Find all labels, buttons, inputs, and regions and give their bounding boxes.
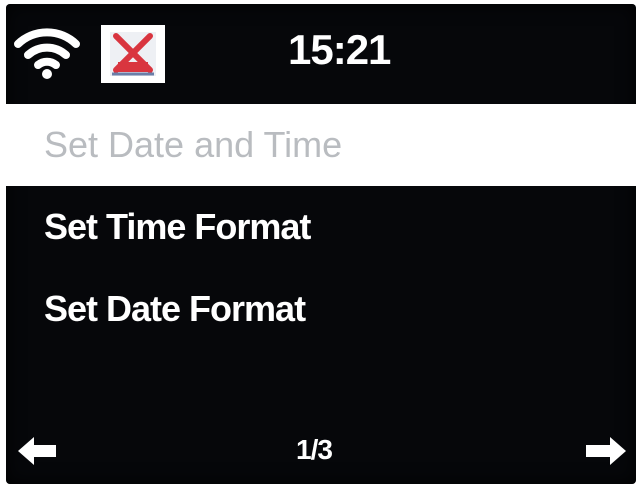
arrow-left-icon[interactable] — [18, 436, 56, 466]
wifi-icon — [14, 28, 80, 79]
menu-item-set-date-format[interactable]: Set Date Format — [6, 268, 636, 350]
device-screen: 15:21 Set Date and Time Set Time Format … — [6, 4, 636, 484]
page-indicator: 1/3 — [296, 434, 333, 465]
clock-time: 15:21 — [288, 26, 391, 73]
menu-item-set-date-and-time[interactable]: Set Date and Time — [6, 104, 636, 186]
arrow-right-icon[interactable] — [586, 436, 626, 466]
settings-menu: Set Date and Time Set Time Format Set Da… — [6, 104, 636, 350]
menu-item-set-time-format[interactable]: Set Time Format — [6, 186, 636, 268]
footer-bar: 1/3 — [6, 414, 636, 484]
status-bar: 15:21 — [6, 4, 636, 99]
radio-station-icon — [101, 25, 165, 83]
